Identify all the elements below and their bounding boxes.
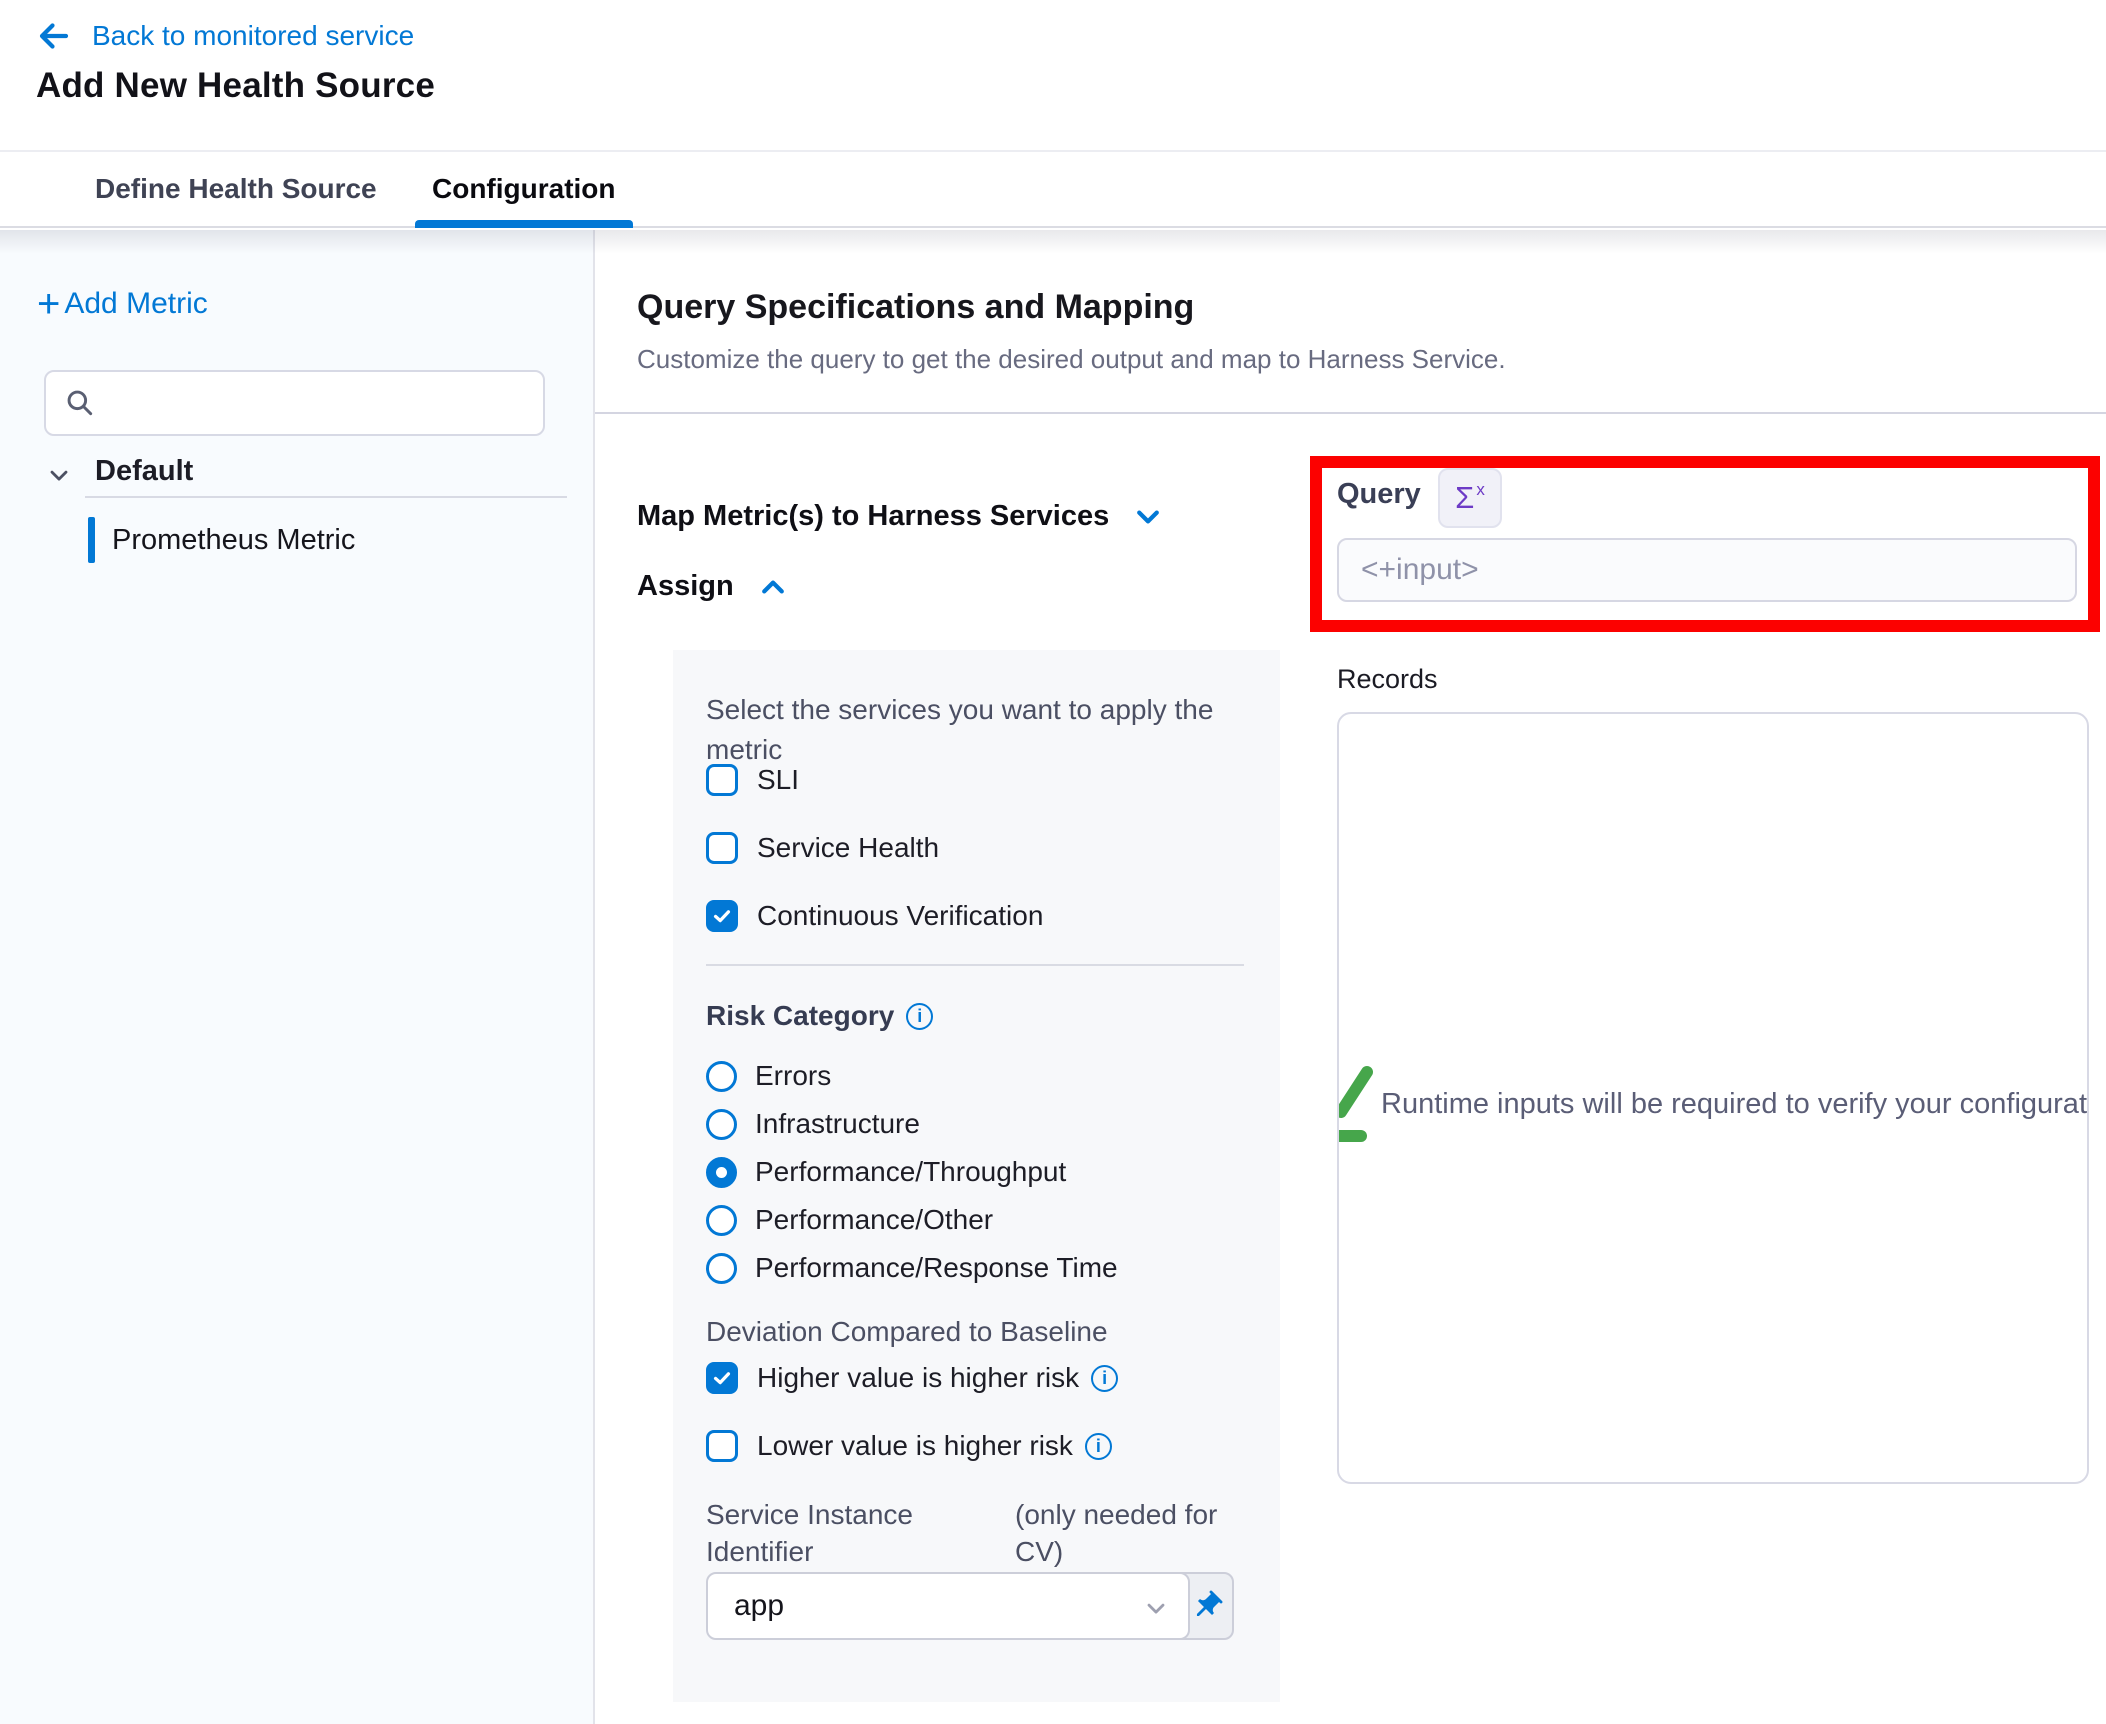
checkbox-label: SLI (757, 764, 799, 796)
back-to-monitored-service-link[interactable]: Back to monitored service (36, 14, 414, 58)
chevron-down-icon (45, 461, 73, 489)
checkbox-row-service-health[interactable]: Service Health (706, 832, 939, 864)
checkbox-checked-icon (706, 1362, 738, 1394)
service-instance-identifier-note: (only needed for CV) (1015, 1496, 1255, 1570)
back-link-label: Back to monitored service (92, 20, 414, 52)
expression-builder-button[interactable]: Σx (1438, 468, 1502, 528)
checkbox-label: Service Health (757, 832, 939, 864)
runtime-inputs-message: Runtime inputs will be required to verif… (1381, 1088, 2089, 1121)
radio-selected-icon (706, 1157, 737, 1188)
service-instance-identifier-label: Service Instance Identifier (706, 1496, 946, 1570)
service-instance-select[interactable]: app (706, 1572, 1190, 1640)
pin-icon (1190, 1589, 1224, 1623)
risk-category-header: Risk Category i (706, 1000, 933, 1032)
tab-bar: Define Health Source Configuration (0, 150, 2106, 228)
chevron-down-icon (1142, 1594, 1170, 1622)
radio-label: Errors (755, 1060, 831, 1092)
sigma-sup: x (1476, 480, 1485, 500)
selected-metric-indicator (88, 517, 95, 563)
info-icon[interactable]: i (1091, 1365, 1118, 1392)
checkbox-row-continuous-verification[interactable]: Continuous Verification (706, 900, 1043, 932)
chevron-down-icon (1133, 502, 1163, 532)
radio-unselected-icon (706, 1061, 737, 1092)
info-icon[interactable]: i (906, 1003, 933, 1030)
query-placeholder: <+input> (1361, 553, 1479, 587)
metrics-sidebar: + Add Metric Default Prometheus Metric (0, 230, 593, 1724)
service-instance-dropdown: app (706, 1572, 1234, 1640)
records-label: Records (1337, 664, 1438, 695)
add-metric-label: Add Metric (64, 287, 207, 321)
risk-category-label: Risk Category (706, 1000, 894, 1032)
assign-panel: Select the services you want to apply th… (673, 650, 1280, 1702)
query-input[interactable]: <+input> (1337, 538, 2077, 602)
services-prompt: Select the services you want to apply th… (706, 690, 1221, 770)
search-icon (64, 387, 96, 419)
radio-row-errors[interactable]: Errors (706, 1060, 831, 1092)
checkbox-label: Higher value is higher risk (757, 1362, 1079, 1394)
radio-row-performance-other[interactable]: Performance/Other (706, 1204, 993, 1236)
group-label: Default (95, 455, 193, 488)
tab-define-health-source[interactable]: Define Health Source (95, 152, 377, 226)
add-metric-button[interactable]: + Add Metric (37, 286, 208, 322)
map-metrics-label: Map Metric(s) to Harness Services (637, 500, 1109, 533)
radio-label: Performance/Throughput (755, 1156, 1066, 1188)
search-input[interactable] (108, 387, 543, 419)
radio-row-performance-throughput[interactable]: Performance/Throughput (706, 1156, 1066, 1188)
sigma-icon: Σ (1455, 480, 1474, 516)
query-label: Query (1337, 478, 1421, 511)
radio-unselected-icon (706, 1205, 737, 1236)
checkbox-row-sli[interactable]: SLI (706, 764, 799, 796)
section-divider (595, 412, 2106, 414)
radio-label: Infrastructure (755, 1108, 920, 1140)
page-header: Back to monitored service Add New Health… (0, 0, 2106, 150)
checkbox-row-lower-value[interactable]: Lower value is higher risk i (706, 1430, 1112, 1462)
records-box: Runtime inputs will be required to verif… (1337, 712, 2089, 1484)
active-tab-underline (415, 220, 633, 228)
checkbox-label: Lower value is higher risk (757, 1430, 1073, 1462)
checkbox-unchecked-icon (706, 764, 738, 796)
checkbox-row-higher-value[interactable]: Higher value is higher risk i (706, 1362, 1118, 1394)
group-divider (85, 496, 567, 498)
checkbox-checked-icon (706, 900, 738, 932)
section-subtitle: Customize the query to get the desired o… (637, 344, 1506, 375)
page-title: Add New Health Source (36, 66, 435, 106)
chevron-up-icon (758, 572, 788, 602)
back-arrow-icon (36, 18, 72, 54)
section-title: Query Specifications and Mapping (637, 288, 1194, 327)
runtime-check-icon (1337, 1060, 1375, 1146)
assign-label: Assign (637, 570, 734, 603)
radio-unselected-icon (706, 1253, 737, 1284)
radio-label: Performance/Response Time (755, 1252, 1118, 1284)
radio-row-infrastructure[interactable]: Infrastructure (706, 1108, 920, 1140)
plus-icon: + (37, 286, 60, 322)
map-metrics-collapser[interactable]: Map Metric(s) to Harness Services (637, 500, 1163, 533)
checkbox-unchecked-icon (706, 1430, 738, 1462)
sidebar-divider (593, 230, 595, 1724)
metric-group-default[interactable]: Default (0, 452, 593, 496)
service-instance-value: app (734, 1589, 784, 1623)
radio-label: Performance/Other (755, 1204, 993, 1236)
checkbox-unchecked-icon (706, 832, 738, 864)
checkbox-label: Continuous Verification (757, 900, 1043, 932)
deviation-label: Deviation Compared to Baseline (706, 1316, 1108, 1348)
metric-search-box[interactable] (44, 370, 545, 436)
tab-configuration[interactable]: Configuration (432, 152, 616, 226)
panel-divider (706, 964, 1244, 966)
sidebar-item-prometheus-metric[interactable]: Prometheus Metric (88, 516, 355, 564)
assign-collapser[interactable]: Assign (637, 570, 788, 603)
radio-unselected-icon (706, 1109, 737, 1140)
info-icon[interactable]: i (1085, 1433, 1112, 1460)
radio-row-performance-response-time[interactable]: Performance/Response Time (706, 1252, 1118, 1284)
metric-item-label: Prometheus Metric (112, 524, 355, 557)
